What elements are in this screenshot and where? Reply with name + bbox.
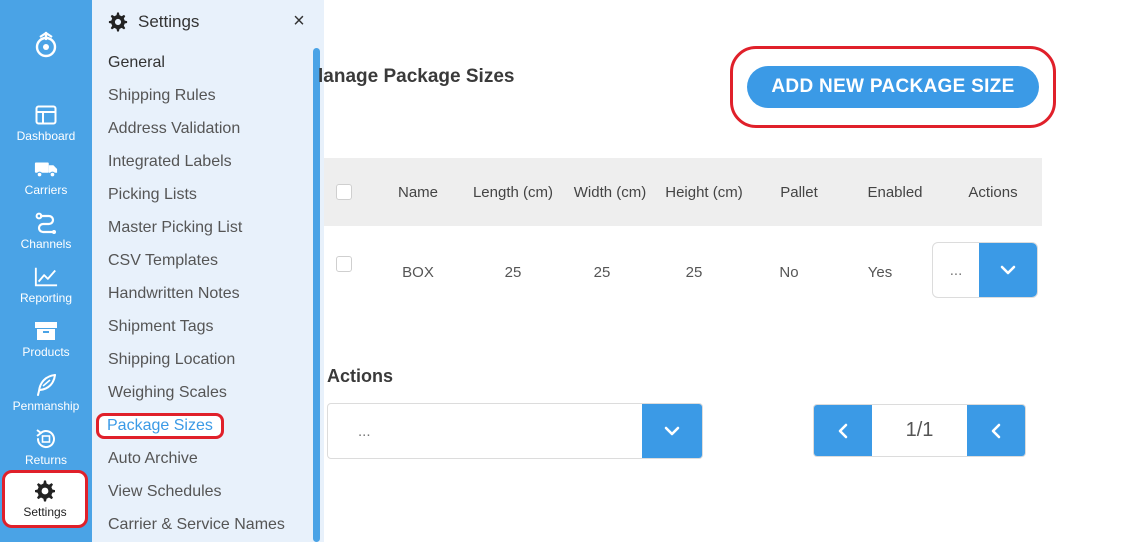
channels-icon (34, 211, 58, 235)
rail-item-label: Channels (20, 237, 72, 251)
dashboard-icon (34, 103, 58, 127)
row-checkbox[interactable] (336, 256, 352, 272)
bulk-actions-label: Actions (327, 366, 394, 386)
settings-item-general[interactable]: General (92, 46, 314, 79)
settings-item-shipment-tags[interactable]: Shipment Tags (92, 310, 314, 343)
column-header-enabled[interactable]: Enabled (854, 158, 936, 226)
rail-item-label: Returns (24, 453, 68, 467)
select-all-cell (334, 158, 354, 226)
settings-item-shipping-location[interactable]: Shipping Location (92, 343, 314, 376)
settings-panel-title: Settings (138, 12, 200, 31)
column-header-length[interactable]: Length (cm) (464, 158, 562, 226)
column-header-height[interactable]: Height (cm) (658, 158, 750, 226)
bulk-actions-toggle[interactable] (642, 404, 702, 458)
cell-width: 25 (593, 263, 611, 281)
settings-item-integrated-labels[interactable]: Integrated Labels (92, 145, 314, 178)
table-header: Name Length (cm) Width (cm) Height (cm) … (324, 158, 1042, 226)
cell-name: BOX (402, 263, 434, 281)
settings-item-picking-lists[interactable]: Picking Lists (92, 178, 314, 211)
app-logo-icon[interactable] (30, 30, 62, 62)
rail-item-label: Reporting (19, 291, 73, 305)
settings-menu: General Shipping Rules Address Validatio… (92, 46, 314, 541)
rail-item-returns[interactable]: Returns (0, 420, 92, 474)
rail-item-channels[interactable]: Channels (0, 204, 92, 258)
rail-item-penmanship[interactable]: Penmanship (0, 366, 92, 420)
column-header-width[interactable]: Width (cm) (564, 158, 656, 226)
chevron-left-icon (991, 423, 1001, 438)
icon-rail: Dashboard Carriers Channels Reporting Pr… (0, 0, 92, 542)
chart-icon (34, 265, 58, 289)
row-select-cell (334, 218, 354, 310)
row-actions-dropdown[interactable]: ... (932, 242, 1038, 298)
column-header-name[interactable]: Name (382, 158, 454, 226)
settings-item-carrier-service-names[interactable]: Carrier & Service Names (92, 508, 314, 541)
row-actions-value: ... (949, 261, 963, 279)
add-button-highlight: ADD NEW PACKAGE SIZE (730, 46, 1056, 128)
settings-item-master-picking-list[interactable]: Master Picking List (92, 211, 314, 244)
page-indicator: 1/1 (905, 419, 934, 441)
rail-item-label: Products (22, 345, 70, 359)
settings-item-package-sizes[interactable]: Package Sizes (92, 409, 314, 442)
chevron-left-icon (838, 423, 848, 438)
cell-length: 25 (504, 263, 522, 281)
settings-item-shipping-rules[interactable]: Shipping Rules (92, 79, 314, 112)
rail-item-reporting[interactable]: Reporting (0, 258, 92, 312)
cell-pallet: No (779, 263, 799, 281)
settings-panel-scrollbar[interactable] (313, 48, 320, 542)
gear-icon (33, 479, 57, 503)
pagination: 1/1 (813, 404, 1026, 457)
rail-item-label: Carriers (24, 183, 68, 197)
chevron-down-icon (1000, 265, 1016, 275)
chevron-down-icon (664, 426, 680, 436)
returns-icon (34, 427, 58, 451)
settings-item-weighing-scales[interactable]: Weighing Scales (92, 376, 314, 409)
column-header-actions: Actions (968, 183, 1018, 201)
settings-item-label: Package Sizes (96, 413, 224, 439)
page-title: lanage Package Sizes (318, 66, 515, 87)
add-new-package-size-button[interactable]: ADD NEW PACKAGE SIZE (747, 66, 1039, 108)
rail-item-label: Penmanship (12, 399, 80, 413)
settings-item-handwritten-notes[interactable]: Handwritten Notes (92, 277, 314, 310)
bulk-actions-value: ... (358, 422, 371, 440)
cell-height: 25 (685, 263, 703, 281)
settings-item-auto-archive[interactable]: Auto Archive (92, 442, 314, 475)
truck-icon (34, 157, 58, 181)
row-actions-toggle[interactable] (979, 243, 1037, 297)
settings-item-view-schedules[interactable]: View Schedules (92, 475, 314, 508)
column-header-pallet[interactable]: Pallet (764, 158, 834, 226)
previous-page-button[interactable] (814, 405, 872, 456)
rail-item-label: Settings (23, 505, 67, 519)
rail-item-settings[interactable]: Settings (2, 470, 88, 528)
gear-icon (108, 12, 128, 32)
settings-panel: Settings × General Shipping Rules Addres… (92, 0, 324, 542)
rail-item-carriers[interactable]: Carriers (0, 150, 92, 204)
feather-icon (34, 373, 58, 397)
settings-item-csv-templates[interactable]: CSV Templates (92, 244, 314, 277)
cell-enabled: Yes (867, 263, 893, 281)
rail-item-products[interactable]: Products (0, 312, 92, 366)
settings-item-address-validation[interactable]: Address Validation (92, 112, 314, 145)
rail-item-dashboard[interactable]: Dashboard (0, 96, 92, 150)
close-icon[interactable]: × (288, 10, 310, 32)
rail-item-label: Dashboard (16, 129, 76, 143)
bulk-actions-dropdown[interactable]: ... (327, 403, 703, 459)
select-all-checkbox[interactable] (336, 184, 352, 200)
next-page-button[interactable] (967, 405, 1025, 456)
package-sizes-table: Name Length (cm) Width (cm) Height (cm) … (324, 158, 1042, 318)
box-icon (34, 319, 58, 343)
